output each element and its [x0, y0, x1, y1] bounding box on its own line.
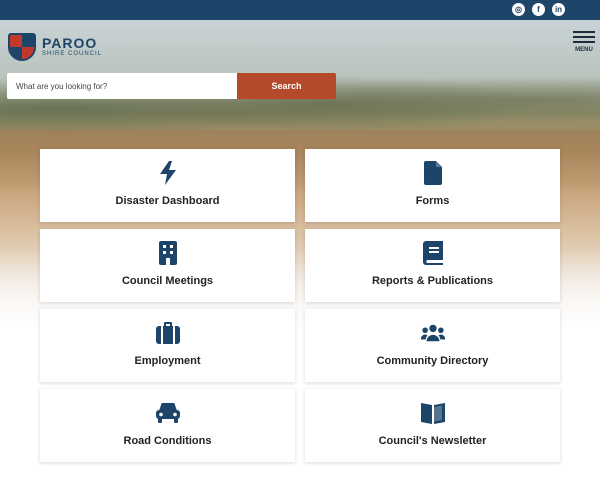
book-icon [421, 241, 445, 265]
card-label: Reports & Publications [371, 275, 494, 287]
hamburger-icon [573, 31, 595, 33]
card-label: Community Directory [376, 355, 489, 367]
card-label: Council Meetings [121, 275, 214, 287]
briefcase-icon [155, 321, 180, 345]
instagram-icon[interactable]: ◎ [512, 3, 525, 16]
facebook-icon[interactable]: f [532, 3, 545, 16]
card-label: Disaster Dashboard [115, 195, 220, 207]
card-forms[interactable]: Forms [305, 149, 560, 222]
card-councils-newsletter[interactable]: Council's Newsletter [305, 389, 560, 462]
hamburger-icon-bar [573, 36, 595, 38]
quick-links-grid: Disaster Dashboard Forms Council Meeting… [40, 149, 560, 462]
logo-name: PAROO [42, 35, 98, 51]
menu-button[interactable]: MENU [571, 31, 597, 57]
search-input[interactable] [7, 73, 237, 99]
hero-trees [0, 60, 600, 140]
card-employment[interactable]: Employment [40, 309, 295, 382]
logo-subtitle: SHIRE COUNCIL [42, 51, 103, 57]
search-form: Search [7, 73, 337, 99]
card-label: Road Conditions [123, 435, 212, 447]
lightning-icon [156, 161, 180, 185]
card-reports-publications[interactable]: Reports & Publications [305, 229, 560, 302]
car-icon [155, 401, 180, 425]
linkedin-icon[interactable]: in [552, 3, 565, 16]
menu-label: MENU [575, 47, 593, 53]
card-community-directory[interactable]: Community Directory [305, 309, 560, 382]
shield-icon [8, 33, 36, 61]
site-logo[interactable]: PAROO SHIRE COUNCIL [8, 33, 102, 61]
search-button[interactable]: Search [237, 73, 336, 99]
card-council-meetings[interactable]: Council Meetings [40, 229, 295, 302]
building-icon [156, 241, 180, 265]
card-label: Forms [415, 195, 450, 207]
open-book-icon [420, 401, 445, 425]
file-icon [421, 161, 445, 185]
hamburger-icon-bar [573, 41, 595, 43]
card-disaster-dashboard[interactable]: Disaster Dashboard [40, 149, 295, 222]
top-bar: ◎ f in [0, 0, 600, 20]
card-label: Council's Newsletter [378, 435, 487, 447]
card-road-conditions[interactable]: Road Conditions [40, 389, 295, 462]
users-icon [420, 321, 445, 345]
card-label: Employment [134, 355, 201, 367]
